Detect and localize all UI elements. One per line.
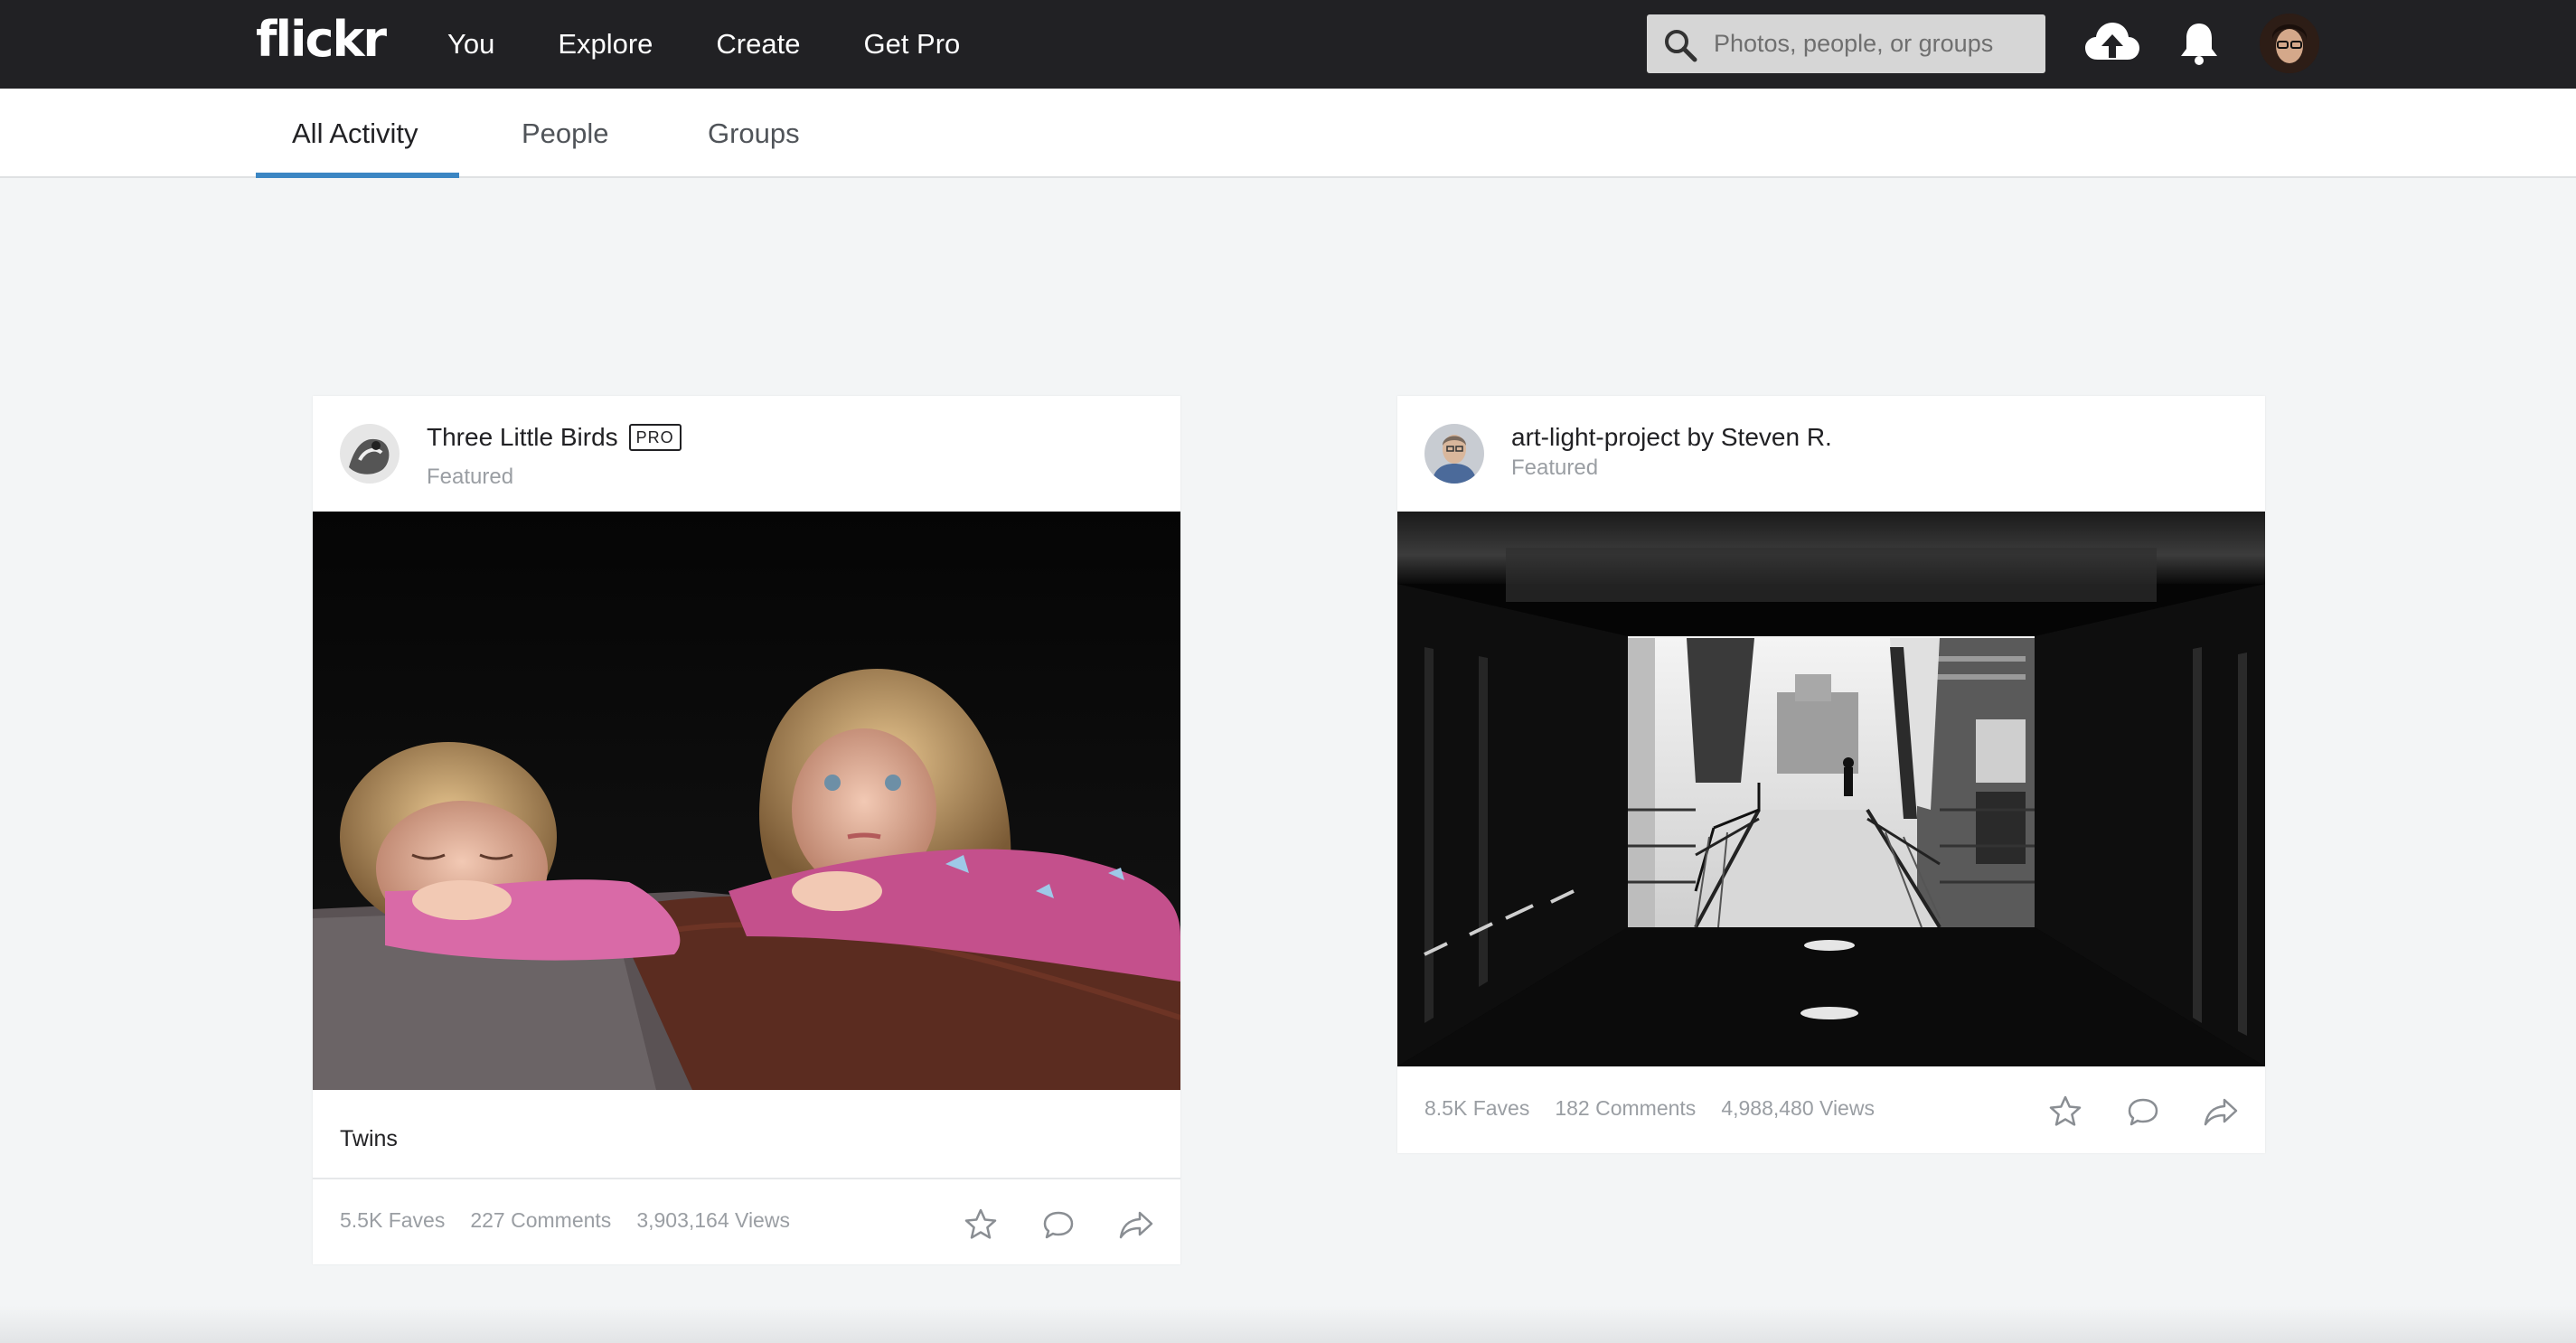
featured-label: Featured	[427, 465, 514, 489]
page-bottom-shadow	[0, 1306, 2576, 1343]
comments-count[interactable]: 182 Comments	[1555, 1096, 1696, 1121]
nav-create[interactable]: Create	[716, 28, 800, 61]
author-name[interactable]: art-light-project by Steven R.	[1511, 423, 1832, 452]
active-tab-indicator	[256, 173, 459, 178]
comment-icon[interactable]	[2104, 1092, 2182, 1132]
views-count: 3,903,164 Views	[636, 1208, 790, 1232]
fave-star-icon[interactable]	[942, 1205, 1020, 1244]
photo-art-light[interactable]	[1397, 512, 2265, 1066]
comment-icon[interactable]	[1020, 1205, 1097, 1244]
fave-star-icon[interactable]	[2026, 1092, 2104, 1132]
faves-count[interactable]: 8.5K Faves	[1424, 1096, 1529, 1121]
share-icon[interactable]	[2182, 1092, 2260, 1132]
views-count: 4,988,480 Views	[1721, 1096, 1875, 1120]
upload-cloud-icon[interactable]	[2083, 20, 2141, 67]
comments-count[interactable]: 227 Comments	[470, 1208, 611, 1233]
search-icon	[1665, 30, 1697, 62]
nav-explore[interactable]: Explore	[558, 28, 653, 61]
card-divider	[313, 1178, 1180, 1179]
card-author[interactable]: art-light-project by Steven R.	[1511, 423, 1832, 452]
photo-stats: 8.5K Faves 182 Comments 4,988,480 Views	[1424, 1096, 1900, 1121]
author-name[interactable]: Three Little Birds	[427, 423, 618, 452]
flickr-logo[interactable]: flickr	[256, 11, 387, 68]
activity-card: Three Little Birds PRO Featured Twins 5.…	[313, 396, 1180, 1264]
card-author[interactable]: Three Little Birds PRO	[427, 423, 682, 452]
author-avatar[interactable]	[340, 424, 400, 484]
author-avatar[interactable]	[1424, 424, 1484, 484]
photo-caption[interactable]: Twins	[340, 1126, 398, 1152]
user-avatar[interactable]	[2260, 14, 2319, 73]
featured-label: Featured	[1511, 455, 1599, 480]
search-box[interactable]	[1647, 14, 2045, 73]
top-navigation-bar: flickr You Explore Create Get Pro	[0, 0, 2576, 89]
tab-people[interactable]: People	[522, 89, 609, 178]
activity-tabs: All Activity People Groups	[0, 89, 2576, 178]
pro-badge: PRO	[628, 424, 682, 451]
photo-stats: 5.5K Faves 227 Comments 3,903,164 Views	[340, 1208, 815, 1233]
share-icon[interactable]	[1097, 1205, 1175, 1244]
tab-groups[interactable]: Groups	[708, 89, 800, 178]
nav-get-pro[interactable]: Get Pro	[863, 28, 960, 61]
photo-twins[interactable]	[313, 512, 1180, 1090]
search-input[interactable]	[1714, 14, 2035, 73]
card-actions	[2026, 1092, 2260, 1132]
activity-card: art-light-project by Steven R. Featured	[1397, 396, 2265, 1153]
nav-you[interactable]: You	[447, 28, 494, 61]
main-nav: You Explore Create Get Pro	[447, 0, 1023, 89]
bell-icon[interactable]	[2178, 20, 2220, 67]
card-actions	[942, 1205, 1175, 1244]
tab-all-activity[interactable]: All Activity	[292, 89, 418, 178]
faves-count[interactable]: 5.5K Faves	[340, 1208, 445, 1233]
